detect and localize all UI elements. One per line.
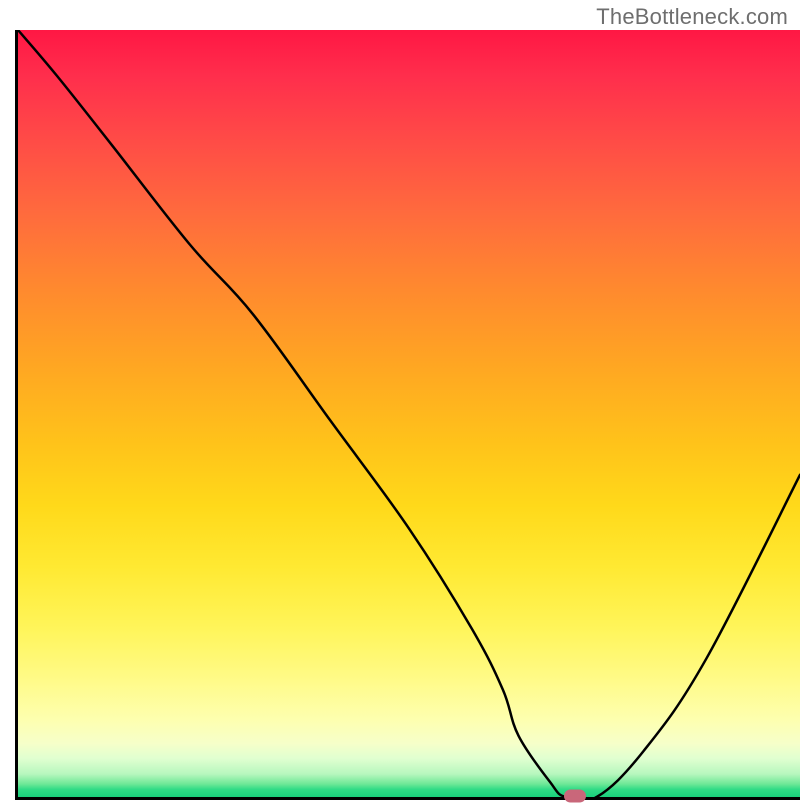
plot-area bbox=[15, 30, 800, 800]
optimum-marker bbox=[564, 790, 586, 803]
bottleneck-curve bbox=[18, 30, 800, 797]
watermark-text: TheBottleneck.com bbox=[596, 4, 788, 30]
